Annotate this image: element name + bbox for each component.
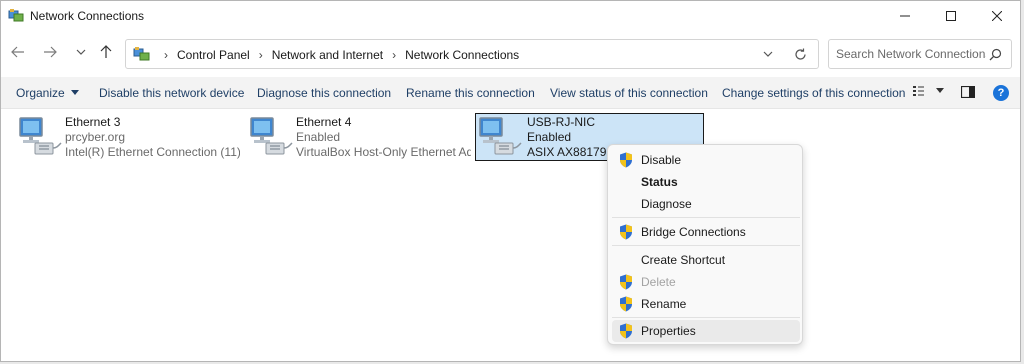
maximize-button[interactable] bbox=[928, 1, 974, 31]
breadcrumb-network-connections[interactable]: Network Connections bbox=[405, 48, 519, 62]
menu-item-label: Properties bbox=[641, 324, 696, 338]
menu-item-label: Create Shortcut bbox=[641, 253, 726, 267]
breadcrumb-separator-icon: › bbox=[392, 48, 397, 62]
window-title: Network Connections bbox=[30, 9, 145, 23]
control-panel-icon bbox=[133, 47, 150, 61]
context-menu: Disable Status Diagnose Bridge Connectio… bbox=[607, 144, 803, 345]
arrow-right-icon bbox=[44, 46, 57, 58]
disable-device-command[interactable]: Disable this network device bbox=[99, 86, 244, 100]
navigation-row: › Control Panel › Network and Internet ›… bbox=[1, 37, 1020, 71]
organize-label: Organize bbox=[16, 86, 65, 100]
refresh-button[interactable] bbox=[792, 46, 808, 62]
menu-separator bbox=[612, 245, 800, 246]
close-icon bbox=[992, 11, 1002, 21]
address-bar[interactable]: › Control Panel › Network and Internet ›… bbox=[125, 39, 819, 69]
menu-item-label: Status bbox=[641, 175, 678, 189]
breadcrumb-network-and-internet[interactable]: Network and Internet bbox=[272, 48, 383, 62]
menu-item-rename[interactable]: Rename bbox=[612, 293, 800, 315]
breadcrumb-separator-icon: › bbox=[164, 48, 168, 62]
command-bar: Organize Disable this network device Dia… bbox=[1, 77, 1020, 109]
diagnose-connection-command[interactable]: Diagnose this connection bbox=[257, 86, 391, 100]
search-icon bbox=[989, 48, 1002, 61]
chevron-down-icon bbox=[76, 49, 86, 55]
uac-shield-icon bbox=[620, 152, 632, 168]
breadcrumb-control-panel[interactable]: Control Panel bbox=[177, 48, 250, 62]
connection-device: VirtualBox Host-Only Ethernet Ad... bbox=[296, 145, 471, 159]
rename-connection-command[interactable]: Rename this connection bbox=[406, 86, 535, 100]
connection-name: Ethernet 4 bbox=[296, 115, 352, 129]
preview-pane-button[interactable] bbox=[960, 85, 976, 101]
breadcrumb-separator-icon: › bbox=[258, 48, 263, 62]
preview-pane-icon bbox=[960, 85, 976, 99]
up-button[interactable] bbox=[95, 41, 117, 63]
menu-item-status[interactable]: Status bbox=[612, 171, 800, 193]
view-details-icon bbox=[913, 86, 924, 96]
network-connections-icon bbox=[8, 9, 24, 22]
uac-shield-icon bbox=[620, 296, 632, 312]
maximize-icon bbox=[946, 11, 956, 21]
chevron-down-icon bbox=[763, 51, 773, 57]
view-status-command[interactable]: View status of this connection bbox=[550, 86, 708, 100]
uac-shield-icon bbox=[620, 274, 632, 290]
back-button[interactable] bbox=[7, 41, 29, 63]
connection-status: Enabled bbox=[296, 130, 341, 144]
recent-locations-button[interactable] bbox=[70, 41, 92, 63]
arrow-up-icon bbox=[100, 45, 112, 58]
menu-item-label: Disable bbox=[641, 153, 682, 167]
menu-item-label: Delete bbox=[641, 275, 676, 289]
title-bar: Network Connections bbox=[1, 1, 1020, 31]
help-button[interactable]: ? bbox=[993, 85, 1009, 101]
menu-item-label: Bridge Connections bbox=[641, 225, 746, 239]
network-adapter-icon bbox=[19, 117, 62, 155]
address-dropdown-button[interactable] bbox=[760, 46, 776, 62]
network-adapter-icon bbox=[250, 117, 293, 155]
menu-item-delete: Delete bbox=[612, 271, 800, 293]
organize-menu[interactable]: Organize bbox=[16, 86, 79, 100]
search-box[interactable] bbox=[828, 39, 1012, 69]
refresh-icon bbox=[794, 48, 806, 60]
uac-shield-icon bbox=[620, 323, 632, 339]
menu-item-label: Diagnose bbox=[641, 197, 692, 211]
caret-down-icon bbox=[70, 90, 79, 95]
view-options-button[interactable] bbox=[913, 85, 944, 97]
menu-item-label: Rename bbox=[641, 297, 687, 311]
connection-item-ethernet-3[interactable]: Ethernet 3 prcyber.org Intel(R) Ethernet… bbox=[15, 113, 243, 161]
menu-separator bbox=[612, 317, 800, 318]
connection-name: Ethernet 3 bbox=[65, 115, 121, 129]
network-adapter-icon bbox=[479, 117, 522, 155]
caret-down-icon bbox=[936, 88, 944, 93]
minimize-button[interactable] bbox=[882, 1, 928, 31]
connection-status: Enabled bbox=[527, 130, 572, 144]
menu-item-create-shortcut[interactable]: Create Shortcut bbox=[612, 249, 800, 271]
menu-item-diagnose[interactable]: Diagnose bbox=[612, 193, 800, 215]
network-connections-window: Network Connections › Control Panel › Ne… bbox=[0, 0, 1021, 362]
arrow-left-icon bbox=[11, 46, 24, 58]
uac-shield-icon bbox=[620, 224, 632, 240]
menu-item-disable[interactable]: Disable bbox=[612, 149, 800, 171]
menu-item-bridge-connections[interactable]: Bridge Connections bbox=[612, 221, 800, 243]
close-button[interactable] bbox=[974, 1, 1020, 31]
search-input[interactable] bbox=[836, 47, 986, 61]
connection-name: USB-RJ-NIC bbox=[527, 115, 595, 129]
connection-item-ethernet-4[interactable]: Ethernet 4 Enabled VirtualBox Host-Only … bbox=[246, 113, 474, 161]
forward-button[interactable] bbox=[39, 41, 61, 63]
menu-item-properties[interactable]: Properties bbox=[612, 320, 800, 342]
minimize-icon bbox=[900, 15, 910, 17]
connection-device: Intel(R) Ethernet Connection (11) ... bbox=[65, 145, 240, 159]
breadcrumb: › Control Panel › Network and Internet ›… bbox=[155, 48, 519, 62]
connection-status: prcyber.org bbox=[65, 130, 126, 144]
menu-separator bbox=[612, 217, 800, 218]
change-settings-command[interactable]: Change settings of this connection bbox=[722, 86, 905, 100]
